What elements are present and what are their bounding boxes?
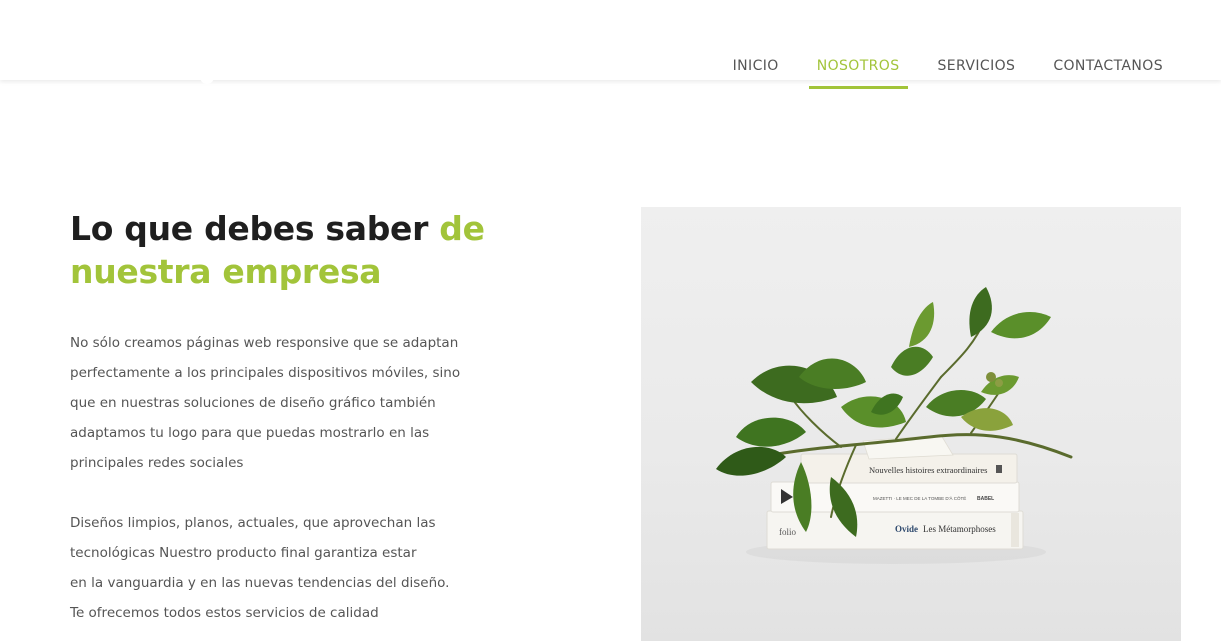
books-plant-photo: folio Ovide Les Métamorphoses MAZETTI · … xyxy=(641,207,1181,641)
site-header: INICIO NOSOTROS SERVICIOS CONTACTANOS xyxy=(0,0,1221,89)
paragraph-line: adaptamos tu logo para que puedas mostra… xyxy=(70,425,430,441)
paragraph-line: principales redes sociales xyxy=(70,455,244,471)
paragraph-line: tecnológicas Nuestro producto final gara… xyxy=(70,545,417,561)
heading-part1: Lo que debes saber xyxy=(70,209,440,248)
about-paragraph-1: No sólo creamos páginas web responsive q… xyxy=(70,328,500,478)
heading-accent-2: nuestra empresa xyxy=(70,252,382,291)
nav-item-inicio[interactable]: INICIO xyxy=(725,58,787,89)
paragraph-line: Diseños limpios, planos, actuales, que a… xyxy=(70,515,436,531)
book3-title: Les Métamorphoses xyxy=(923,524,996,534)
book2-brand: BABEL xyxy=(977,496,994,502)
main-nav: INICIO NOSOTROS SERVICIOS CONTACTANOS xyxy=(725,58,1171,89)
about-paragraph-2: Diseños limpios, planos, actuales, que a… xyxy=(70,508,500,628)
paragraph-line: No sólo creamos páginas web responsive q… xyxy=(70,335,459,351)
book3-author: Ovide xyxy=(895,524,918,534)
paragraph-line: en la vanguardia y en las nuevas tendenc… xyxy=(70,575,450,591)
section-heading: Lo que debes saber de nuestra empresa xyxy=(70,207,530,293)
header-notch xyxy=(200,76,214,84)
nav-item-nosotros[interactable]: NOSOTROS xyxy=(808,58,908,89)
book3-brand: folio xyxy=(779,527,796,537)
book-top: Nouvelles histoires extraordinaires xyxy=(800,453,1018,484)
page: INICIO NOSOTROS SERVICIOS CONTACTANOS Lo… xyxy=(0,0,1221,641)
heading-accent-1: de xyxy=(439,209,485,248)
paragraph-line: que en nuestras soluciones de diseño grá… xyxy=(70,395,436,411)
book2-title: MAZETTI · LE MEC DE LA TOMBE D'À CÔTÉ xyxy=(873,495,966,501)
nav-item-contactanos[interactable]: CONTACTANOS xyxy=(1045,58,1171,89)
photo-illustration: folio Ovide Les Métamorphoses MAZETTI · … xyxy=(716,287,1073,564)
paragraph-line: Te ofrecemos todos estos servicios de ca… xyxy=(70,605,379,621)
nav-item-servicios[interactable]: SERVICIOS xyxy=(930,58,1024,89)
paragraph-line: perfectamente a los principales disposit… xyxy=(70,365,461,381)
book1-title: Nouvelles histoires extraordinaires xyxy=(869,465,988,475)
